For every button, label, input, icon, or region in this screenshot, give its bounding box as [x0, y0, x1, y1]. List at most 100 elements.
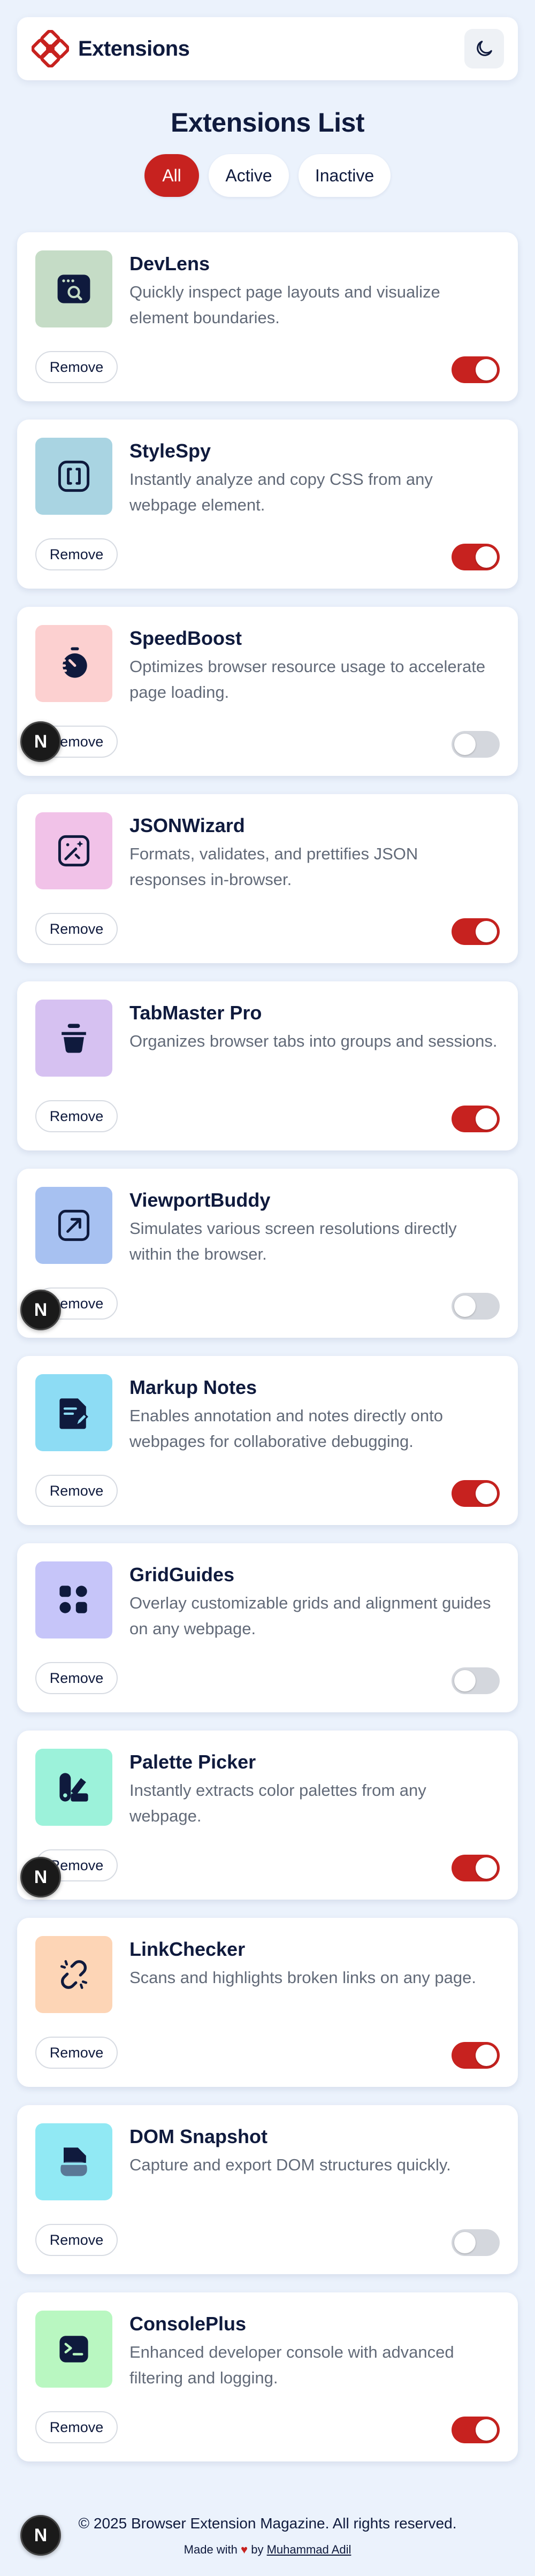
moon-icon — [477, 41, 492, 56]
floating-n-badge[interactable]: N — [20, 721, 61, 762]
heart-icon: ♥ — [241, 2543, 248, 2556]
remove-button[interactable]: Remove — [35, 2224, 118, 2256]
footer-credit: Made with ♥ by Muhammad Adil — [0, 2543, 535, 2557]
extension-card: ConsolePlus Enhanced developer console w… — [17, 2292, 518, 2461]
toggle-knob — [476, 1108, 497, 1130]
floating-n-badge[interactable]: N — [20, 2515, 61, 2556]
extension-name: LinkChecker — [129, 1938, 246, 1960]
footer-copyright: © 2025 Browser Extension Magazine. All r… — [78, 2515, 457, 2532]
speedboost-icon — [35, 625, 112, 702]
filter-active-button[interactable]: Active — [209, 154, 289, 197]
remove-button[interactable]: Remove — [35, 913, 118, 945]
extension-description: Capture and export DOM structures quickl… — [129, 2155, 451, 2174]
extension-description: Instantly analyze and copy CSS from any … — [129, 470, 433, 514]
extensions-logo-icon — [30, 28, 71, 69]
toggle-knob — [476, 921, 497, 942]
extension-name: StyleSpy — [129, 440, 211, 462]
filter-all-button[interactable]: All — [144, 154, 199, 197]
active-toggle[interactable] — [452, 2229, 500, 2256]
active-toggle[interactable] — [452, 1480, 500, 1507]
extensions-list: DevLens Quickly inspect page layouts and… — [17, 232, 518, 2480]
toggle-knob — [454, 734, 476, 755]
palettepicker-icon — [35, 1749, 112, 1826]
active-toggle[interactable] — [452, 2042, 500, 2069]
extension-card: DOM Snapshot Capture and export DOM stru… — [17, 2105, 518, 2274]
toggle-knob — [454, 1295, 476, 1317]
extension-description: Instantly extracts color palettes from a… — [129, 1781, 426, 1825]
theme-toggle-button[interactable] — [464, 29, 504, 68]
remove-button[interactable]: Remove — [35, 2411, 118, 2443]
stylespy-icon — [35, 438, 112, 515]
made-with-text: Made with — [184, 2543, 238, 2556]
extension-description: Overlay customizable grids and alignment… — [129, 1594, 491, 1638]
active-toggle[interactable] — [452, 2417, 500, 2443]
extension-card: TabMaster Pro Organizes browser tabs int… — [17, 981, 518, 1150]
extension-name: DOM Snapshot — [129, 2125, 268, 2147]
toggle-knob — [476, 1483, 497, 1504]
devlens-icon — [35, 250, 112, 327]
active-toggle[interactable] — [452, 1106, 500, 1132]
consoleplus-icon — [35, 2311, 112, 2388]
extension-name: Palette Picker — [129, 1751, 256, 1773]
extension-name: Markup Notes — [129, 1376, 257, 1398]
tabmaster-icon — [35, 1000, 112, 1077]
floating-n-badge[interactable]: N — [20, 1290, 61, 1330]
remove-button[interactable]: Remove — [35, 1475, 118, 1507]
extension-card: Palette Picker Instantly extracts color … — [17, 1731, 518, 1900]
extension-card: GridGuides Overlay customizable grids an… — [17, 1543, 518, 1712]
extension-description: Optimizes browser resource usage to acce… — [129, 657, 486, 702]
extension-name: JSONWizard — [129, 814, 245, 836]
remove-button[interactable]: Remove — [35, 1662, 118, 1694]
active-toggle[interactable] — [452, 1293, 500, 1320]
extension-description: Organizes browser tabs into groups and s… — [129, 1032, 498, 1050]
filter-tabs: All Active Inactive — [0, 154, 535, 197]
extension-name: GridGuides — [129, 1564, 235, 1586]
extension-description: Simulates various screen resolutions dir… — [129, 1219, 457, 1263]
extension-card: ViewportBuddy Simulates various screen r… — [17, 1169, 518, 1338]
toggle-knob — [476, 1857, 497, 1879]
active-toggle[interactable] — [452, 918, 500, 945]
toggle-knob — [454, 1670, 476, 1691]
viewportbuddy-icon — [35, 1187, 112, 1264]
extension-card: DevLens Quickly inspect page layouts and… — [17, 232, 518, 401]
extension-name: ViewportBuddy — [129, 1189, 271, 1211]
active-toggle[interactable] — [452, 544, 500, 570]
toggle-knob — [476, 546, 497, 568]
toggle-knob — [476, 2419, 497, 2441]
active-toggle[interactable] — [452, 1855, 500, 1881]
active-toggle[interactable] — [452, 356, 500, 383]
jsonwizard-icon — [35, 812, 112, 889]
remove-button[interactable]: Remove — [35, 1100, 118, 1132]
toggle-knob — [476, 2045, 497, 2066]
active-toggle[interactable] — [452, 1667, 500, 1694]
extension-card: Markup Notes Enables annotation and note… — [17, 1356, 518, 1525]
app-header: Extensions — [17, 17, 518, 80]
extension-name: SpeedBoost — [129, 627, 242, 649]
remove-button[interactable]: Remove — [35, 538, 118, 570]
extension-name: DevLens — [129, 253, 210, 275]
brand-name: Extensions — [78, 36, 190, 60]
extension-description: Quickly inspect page layouts and visuali… — [129, 283, 440, 327]
extension-description: Scans and highlights broken links on any… — [129, 1968, 476, 1987]
author-link[interactable]: Muhammad Adil — [267, 2543, 351, 2556]
domsnapshot-icon — [35, 2123, 112, 2200]
active-toggle[interactable] — [452, 731, 500, 758]
page-title: Extensions List — [170, 108, 365, 138]
extension-name: TabMaster Pro — [129, 1002, 262, 1024]
extension-description: Enhanced developer console with advanced… — [129, 2343, 454, 2387]
extension-card: JSONWizard Formats, validates, and prett… — [17, 794, 518, 963]
by-text: by — [251, 2543, 264, 2556]
floating-n-badge[interactable]: N — [20, 1857, 61, 1897]
linkchecker-icon — [35, 1936, 112, 2013]
toggle-knob — [476, 359, 497, 380]
filter-inactive-button[interactable]: Inactive — [299, 154, 391, 197]
remove-button[interactable]: Remove — [35, 2037, 118, 2069]
extension-name: ConsolePlus — [129, 2313, 247, 2335]
extension-description: Formats, validates, and prettifies JSON … — [129, 844, 418, 889]
extension-description: Enables annotation and notes directly on… — [129, 1406, 443, 1451]
extension-card: StyleSpy Instantly analyze and copy CSS … — [17, 420, 518, 589]
extension-card: LinkChecker Scans and highlights broken … — [17, 1918, 518, 2087]
extension-card: SpeedBoost Optimizes browser resource us… — [17, 607, 518, 776]
remove-button[interactable]: Remove — [35, 351, 118, 383]
gridguides-icon — [35, 1561, 112, 1638]
